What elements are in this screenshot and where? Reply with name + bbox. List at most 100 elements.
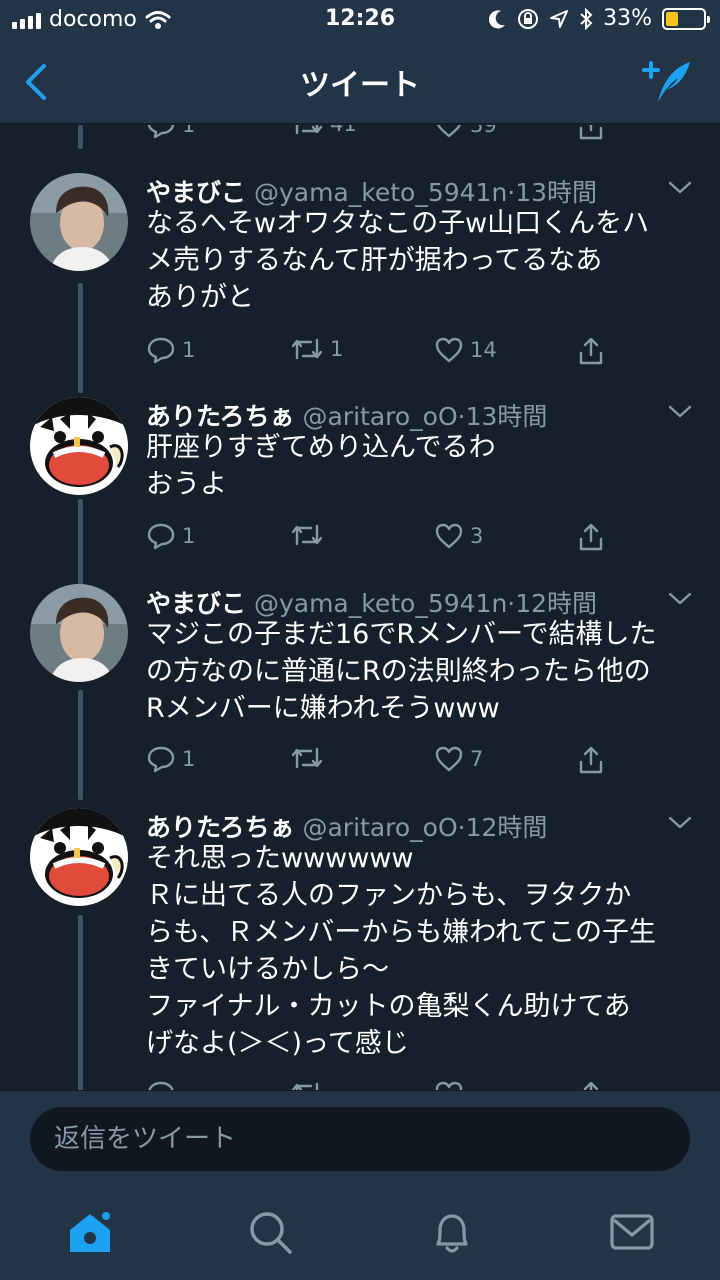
retweet-icon [291,747,323,769]
author-handle[interactable]: @aritaro_oO [302,402,457,431]
reply-count: 1 [182,524,196,548]
reply-button[interactable]: 1 [146,125,195,139]
reply-button[interactable]: 1 [146,336,195,364]
avatar[interactable] [30,173,128,271]
like-count: 14 [470,338,497,362]
chevron-down-icon[interactable] [666,812,694,832]
author-name[interactable]: やまびこ [146,178,246,207]
tweet-text-line: メ売りするなんて肝が据わってるなあ [146,245,603,276]
status-bar: docomo 12:26 33% [0,0,720,40]
retweet-button[interactable] [290,745,330,771]
retweet-count: 41 [330,125,357,136]
tweet-text-line: 肝座りすぎてめり込んでるわ [146,432,496,463]
nav-bar: ツイート [0,40,720,124]
notifications-icon[interactable] [428,1208,476,1256]
retweet-icon [291,524,323,546]
separator-dot: · [457,813,466,842]
chevron-down-icon[interactable] [666,588,694,608]
share-icon [579,746,603,774]
heart-icon [435,746,463,772]
tweet-text-line: きていけるかしら〜 [146,954,389,985]
retweet-button[interactable]: 1 [290,336,343,362]
avatar[interactable] [30,808,128,906]
retweet-icon [291,1082,319,1090]
like-count: 7 [470,747,484,771]
tweet[interactable]: ありたろちぁ @aritaro_oO·12時間 それ思ったwwwwww Ｒに出て… [0,808,720,1090]
reply-bar: 返信をツイート [0,1090,720,1188]
author-name[interactable]: ありたろちぁ [146,813,295,842]
tweet-time: 12時間 [515,589,598,618]
retweet-button[interactable] [290,1080,324,1090]
chevron-down-icon[interactable] [666,401,694,421]
tweet-actions: 1 1 14 [146,336,616,376]
author-handle[interactable]: @aritaro_oO [302,813,457,842]
tweet-actions: 1 7 [146,745,616,785]
avatar[interactable] [30,397,128,495]
tweet-time: 13時間 [515,178,598,207]
tweet-time: 12時間 [465,813,548,842]
separator-dot: · [457,402,466,431]
reply-count: 1 [182,125,196,137]
conversation-timeline[interactable]: 1 41 39 やまびこ @yama_keto_5941n · 13時間 [0,125,720,1090]
home-icon[interactable] [66,1208,114,1256]
tweet-text-line: ファイナル・カットの亀梨くん助けてあ [146,991,631,1022]
like-count: 39 [470,125,497,137]
like-count: 3 [470,524,484,548]
reply-button[interactable]: 1 [146,522,195,550]
share-button[interactable] [576,336,606,366]
location-icon [550,9,569,28]
tweet-text-line: Rメンバーに嫌われそうwww [146,693,500,724]
tweet-actions: 1 3 [146,522,616,562]
author-handle[interactable]: @yama_keto_5941n [254,178,507,207]
share-icon [579,337,603,365]
reply-icon [147,337,175,364]
tweet-text-line: Ｒに出てる人のファンからも、ヲタクか [146,880,632,911]
reply-icon [147,523,175,550]
compose-tweet-icon[interactable] [638,56,694,106]
heart-icon [435,1081,463,1090]
moon-icon [489,9,506,28]
tweet-text-line: なるへそwオワタなこの子w山口くんをハ [146,208,650,239]
tweet-text-line: マジこの子まだ16でRメンバーで結構した [146,619,657,650]
share-button[interactable] [576,125,606,141]
retweet-button[interactable] [290,522,330,548]
reply-count: 1 [182,338,196,362]
share-icon [579,523,603,551]
tweet-text: マジこの子まだ16でRメンバーで結構した の方なのに普通にRの法則終わったら他の… [146,616,696,727]
like-button[interactable]: 14 [434,336,497,364]
reply-button[interactable]: 1 [146,745,195,773]
chevron-down-icon[interactable] [666,177,694,197]
like-button[interactable] [434,1080,464,1090]
reply-input[interactable]: 返信をツイート [30,1107,690,1171]
rotation-lock-icon [518,8,539,29]
bluetooth-icon [580,7,593,30]
heart-icon [435,337,463,363]
tweet-text-line: らも、Ｒメンバーからも嫌われてこの子生 [146,917,657,948]
retweet-button[interactable]: 41 [290,125,357,137]
retweet-count: 1 [330,337,344,361]
avatar[interactable] [30,584,128,682]
author-name[interactable]: やまびこ [146,589,246,618]
reply-icon [147,746,175,773]
share-button[interactable] [576,745,606,775]
thread-line [78,125,83,149]
battery-icon [662,7,710,30]
tweet-text: それ思ったwwwwww Ｒに出てる人のファンからも、ヲタクか らも、Ｒメンバーか… [146,840,696,1062]
messages-icon[interactable] [608,1208,656,1256]
reply-button[interactable] [146,1080,176,1090]
search-icon[interactable] [246,1208,294,1256]
like-button[interactable]: 7 [434,745,483,773]
like-button[interactable]: 3 [434,522,483,550]
share-button[interactable] [576,1080,606,1090]
author-name[interactable]: ありたろちぁ [146,402,295,431]
retweet-icon [295,125,323,135]
like-button[interactable]: 39 [434,125,497,139]
share-button[interactable] [576,522,606,552]
author-handle[interactable]: @yama_keto_5941n [254,589,507,618]
retweet-icon [291,338,323,360]
tweet-text-line: おうよ [146,469,227,500]
tweet-actions [146,1080,616,1090]
tweet-text-line: げなよ(＞＜)って感じ [146,1028,409,1059]
tweet-text-line: ありがと [146,282,254,313]
share-icon [583,1081,599,1090]
